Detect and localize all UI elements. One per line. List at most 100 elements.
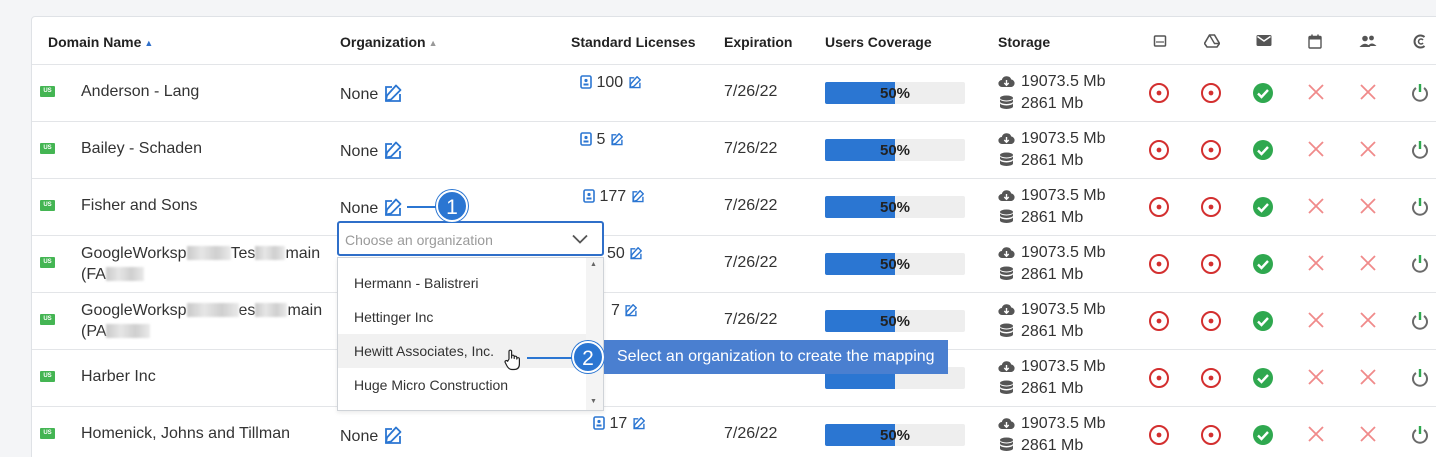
edit-icon[interactable] xyxy=(624,303,638,317)
disabled-circle-icon xyxy=(1149,368,1169,388)
power-icon[interactable] xyxy=(1410,253,1430,275)
organization-select-placeholder: Choose an organization xyxy=(345,232,493,248)
domain-name: GoogleWorksp Tes main (FA xyxy=(81,245,321,283)
check-circle-icon xyxy=(1253,197,1273,217)
contacts-icon xyxy=(1359,35,1377,47)
organization-cell: None xyxy=(340,197,403,218)
storage-cell: 19073.5 Mb 2861 Mb xyxy=(998,128,1106,172)
organization-options-list: Hermann - Balistreri Hettinger Inc Hewit… xyxy=(337,257,604,411)
expiration-cell: 7/26/22 xyxy=(724,254,778,271)
expiration-cell: 7/26/22 xyxy=(724,425,778,442)
coverage-bar: 50% xyxy=(825,424,965,446)
table-row: US Fisher and Sons None 177 7/26/22 50% … xyxy=(32,179,1436,236)
storage-cell: 19073.5 Mb 2861 Mb xyxy=(998,71,1106,115)
licenses-cell: 177 xyxy=(583,188,645,206)
header-standard-licenses: Standard Licenses xyxy=(571,34,696,50)
check-circle-icon xyxy=(1253,368,1273,388)
disabled-circle-icon xyxy=(1201,425,1221,445)
power-icon[interactable] xyxy=(1410,196,1430,218)
sort-icon[interactable]: ▲︎ xyxy=(429,38,438,48)
edit-icon[interactable] xyxy=(383,83,403,103)
organization-cell: None xyxy=(340,140,403,161)
storage-cell: 19073.5 Mb 2861 Mb xyxy=(998,356,1106,400)
check-circle-icon xyxy=(1253,425,1273,445)
edit-icon[interactable] xyxy=(383,425,403,445)
x-icon xyxy=(1360,84,1376,100)
power-icon[interactable] xyxy=(1410,424,1430,446)
cloud-download-icon xyxy=(998,418,1015,430)
header-organization[interactable]: Organization ▲︎ xyxy=(340,34,437,50)
edit-icon[interactable] xyxy=(610,132,624,146)
cloud-download-icon xyxy=(998,190,1015,202)
table-header: Domain Name ▲︎ Organization ▲︎ Standard Li… xyxy=(32,17,1436,65)
redacted-text xyxy=(186,246,231,260)
table-row: US Anderson - Lang None 100 7/26/22 50% … xyxy=(32,65,1436,122)
edit-icon[interactable] xyxy=(383,140,403,160)
disabled-circle-icon xyxy=(1149,83,1169,103)
power-icon[interactable] xyxy=(1410,139,1430,161)
edit-icon[interactable] xyxy=(383,197,403,217)
step-badge-1: 1 xyxy=(436,190,468,222)
database-icon xyxy=(1000,323,1013,337)
organization-option[interactable]: Huge Micro Construction xyxy=(338,368,586,402)
storage-cell: 19073.5 Mb 2861 Mb xyxy=(998,242,1106,286)
table-row: US GoogleWorksp Tes main (FA 50 7/26/22 50%… xyxy=(32,236,1436,293)
power-icon[interactable] xyxy=(1410,82,1430,104)
disabled-circle-icon xyxy=(1149,197,1169,217)
domain-name: Anderson - Lang xyxy=(81,83,200,100)
cloud-download-icon xyxy=(998,76,1015,88)
edit-icon[interactable] xyxy=(628,75,642,89)
coverage-bar: 50% xyxy=(825,253,965,275)
edit-icon[interactable] xyxy=(631,189,645,203)
organization-option[interactable]: Hermann - Balistreri xyxy=(338,266,586,300)
license-icon xyxy=(583,189,595,203)
domain-name: Harber Inc xyxy=(81,368,156,385)
flag-us-icon: US xyxy=(40,257,55,268)
flag-us-icon: US xyxy=(40,86,55,97)
disabled-circle-icon xyxy=(1149,311,1169,331)
x-icon xyxy=(1360,312,1376,328)
x-icon xyxy=(1308,369,1324,385)
disabled-circle-icon xyxy=(1201,368,1221,388)
domains-table: Domain Name ▲︎ Organization ▲︎ Standard Li… xyxy=(31,16,1436,457)
license-icon xyxy=(593,416,605,430)
disabled-circle-icon xyxy=(1201,254,1221,274)
database-icon xyxy=(1000,380,1013,394)
callout-connector xyxy=(527,357,573,359)
dropdown-scrollbar[interactable]: ▲︎ ▼︎ xyxy=(586,258,603,410)
check-circle-icon xyxy=(1253,83,1273,103)
licenses-cell: 100 xyxy=(580,74,642,92)
chevron-down-icon[interactable] xyxy=(572,234,588,244)
organization-select[interactable]: Choose an organization xyxy=(337,221,604,256)
header-expiration: Expiration xyxy=(724,34,793,50)
check-circle-icon xyxy=(1253,140,1273,160)
x-icon xyxy=(1308,255,1324,271)
header-domain-name[interactable]: Domain Name ▲︎ xyxy=(48,34,153,50)
scroll-up-icon[interactable]: ▲︎ xyxy=(590,261,597,268)
database-icon xyxy=(1000,95,1013,109)
edit-icon[interactable] xyxy=(632,416,646,430)
scroll-down-icon[interactable]: ▼︎ xyxy=(590,398,597,405)
sites-icon xyxy=(1413,34,1426,49)
organization-option[interactable]: Hettinger Inc xyxy=(338,300,586,334)
mail-icon xyxy=(1256,35,1272,46)
flag-us-icon: US xyxy=(40,143,55,154)
check-circle-icon xyxy=(1253,311,1273,331)
x-icon xyxy=(1360,426,1376,442)
callout-tooltip: Select an organization to create the map… xyxy=(604,340,948,374)
power-icon[interactable] xyxy=(1410,310,1430,332)
storage-cell: 19073.5 Mb 2861 Mb xyxy=(998,299,1106,343)
expiration-cell: 7/26/22 xyxy=(724,311,778,328)
coverage-bar: 50% xyxy=(825,196,965,218)
sort-asc-icon[interactable]: ▲︎ xyxy=(144,38,153,48)
edit-icon[interactable] xyxy=(629,246,643,260)
organization-cell: None xyxy=(340,425,403,446)
domain-name: Fisher and Sons xyxy=(81,197,198,214)
cloud-download-icon xyxy=(998,247,1015,259)
organization-option-highlighted[interactable]: Hewitt Associates, Inc. xyxy=(338,334,586,368)
storage-cell: 19073.5 Mb 2861 Mb xyxy=(998,413,1106,457)
power-icon[interactable] xyxy=(1410,367,1430,389)
x-icon xyxy=(1308,84,1324,100)
organization-cell: None xyxy=(340,83,403,104)
cloud-download-icon xyxy=(998,304,1015,316)
